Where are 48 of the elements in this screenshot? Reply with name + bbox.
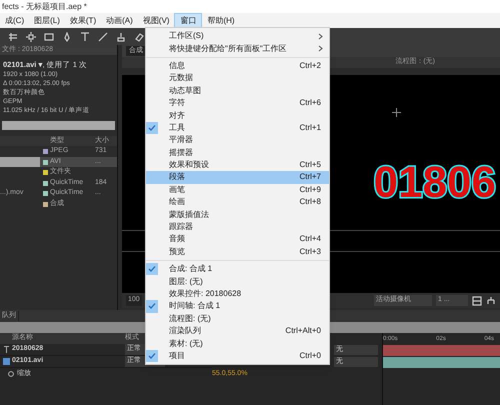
stamp-icon[interactable]	[116, 32, 126, 42]
menu-item[interactable]: 动态草图	[146, 84, 329, 97]
menu-bar-item[interactable]: 成(C)	[0, 13, 30, 28]
menu-bar-item[interactable]: 帮助(H)	[202, 13, 240, 28]
grid-icon[interactable]	[472, 296, 482, 306]
menu-item[interactable]: 图层: (无)	[146, 275, 329, 288]
menu-item[interactable]: 将快捷键分配给"所有面板"工作区	[146, 42, 329, 55]
hierarchy-icon[interactable]	[486, 296, 496, 306]
text-tool-icon[interactable]	[80, 32, 90, 42]
pen-tool-icon[interactable]	[62, 32, 72, 42]
layer-bar[interactable]	[383, 344, 500, 356]
menu-item[interactable]: 时间轴: 合成 1	[146, 300, 329, 313]
menu-item[interactable]: 预览 Ctrl+3	[146, 246, 329, 258]
search-field[interactable]	[2, 121, 115, 130]
menu-item[interactable]: 信息 Ctrl+2	[146, 60, 329, 72]
stopwatch-icon[interactable]	[8, 371, 14, 377]
align-icon[interactable]	[8, 32, 18, 42]
crosshair-icon	[392, 108, 401, 117]
menu-bar-item[interactable]: 效果(T)	[64, 13, 102, 28]
menu-item[interactable]: 效果和预设 Ctrl+5	[146, 158, 329, 172]
text-layer-icon	[4, 346, 8, 353]
eraser-icon[interactable]	[134, 32, 144, 42]
menu-bar-item[interactable]: 动画(A)	[101, 13, 138, 28]
menu-item[interactable]: 对齐	[146, 109, 329, 122]
menu-item[interactable]: 画笔 Ctrl+9	[146, 184, 329, 196]
menu-item[interactable]: 流程图: (无)	[146, 312, 329, 325]
menu-bar-item[interactable]: 图层(L)	[29, 13, 65, 28]
menu-item[interactable]: 跟踪器	[146, 220, 329, 234]
menu-item[interactable]: 绘画 Ctrl+8	[146, 196, 329, 208]
window-title: fects - 无标题项目.aep *	[2, 0, 87, 12]
menu-bar-item[interactable]: 窗口	[174, 13, 202, 28]
layer-bar[interactable]	[383, 356, 500, 368]
menu-item[interactable]: 效果控件: 20180628	[146, 288, 329, 300]
footage-icon	[2, 358, 10, 365]
menu-item[interactable]: 字符 Ctrl+6	[146, 96, 329, 110]
brush-icon[interactable]	[98, 32, 108, 42]
menu-item[interactable]: 蒙版插值法	[146, 208, 329, 221]
menu-item[interactable]: 段落 Ctrl+7	[146, 171, 329, 184]
menu-item[interactable]: 渲染队列 Ctrl+Alt+0	[146, 324, 329, 338]
menu-item[interactable]: 合成: 合成 1	[146, 263, 329, 276]
composition-text: 01806	[374, 160, 496, 204]
menu-bar-item[interactable]: 视图(V)	[138, 13, 174, 28]
menu-item[interactable]: 元数据	[146, 72, 329, 85]
rectangle-tool-icon[interactable]	[44, 32, 54, 42]
menu-item[interactable]: 平滑器	[146, 134, 329, 147]
menu-item[interactable]: 摇摆器	[146, 146, 329, 159]
menu-item[interactable]: 音频 Ctrl+4	[146, 233, 329, 246]
menu-item[interactable]: 工具 Ctrl+1	[146, 122, 329, 134]
